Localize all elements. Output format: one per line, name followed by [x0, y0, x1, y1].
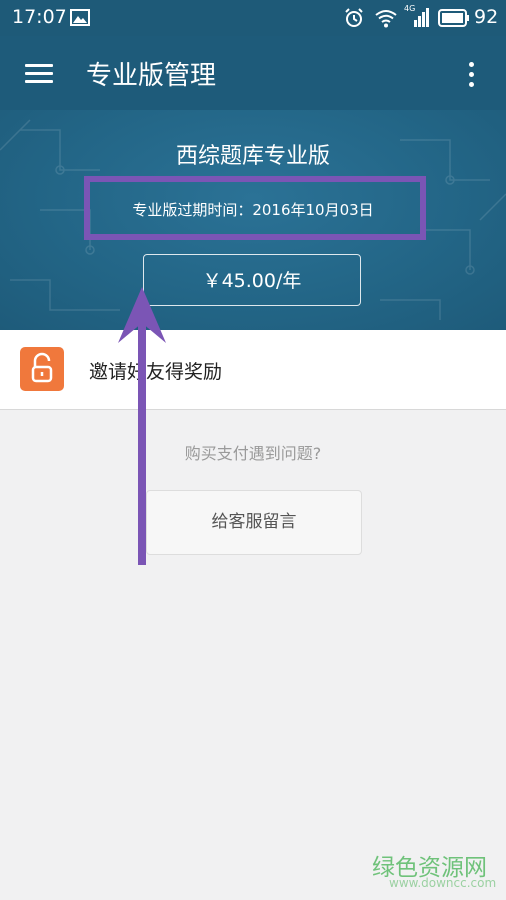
battery-level: 92	[474, 6, 499, 28]
signal-icon	[414, 8, 429, 27]
leave-message-button[interactable]: 给客服留言	[146, 490, 362, 555]
annotation-arrow	[118, 287, 166, 565]
payment-help-text: 购买支付遇到问题?	[184, 444, 322, 463]
product-name: 西综题库专业版	[175, 144, 330, 169]
alarm-icon	[345, 8, 363, 27]
price-button[interactable]: ￥45.00/年	[143, 254, 361, 306]
image-icon	[70, 9, 90, 26]
app-bar: 专业版管理	[0, 36, 506, 110]
more-vert-icon[interactable]	[466, 60, 478, 90]
battery-icon	[438, 9, 469, 27]
menu-icon[interactable]	[25, 64, 53, 84]
page-title: 专业版管理	[86, 61, 217, 91]
watermark-url: www.downcc.com	[389, 876, 497, 890]
invite-friends-item[interactable]: 邀请好友得奖励	[0, 330, 506, 410]
status-time: 17:07	[12, 6, 67, 28]
unlock-icon	[20, 347, 64, 391]
wifi-icon	[375, 10, 397, 28]
annotation-highlight-box	[84, 176, 426, 240]
status-bar: 17:07 4G 92	[0, 0, 506, 36]
